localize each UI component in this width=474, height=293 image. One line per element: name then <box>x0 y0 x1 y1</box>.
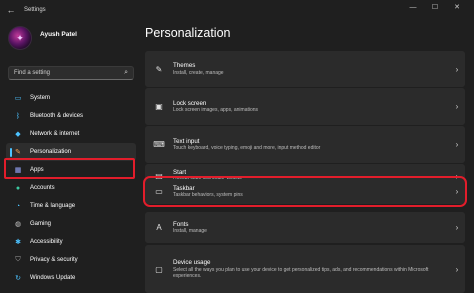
card-device-usage[interactable]: ▢ Device usage Select all the ways you p… <box>145 245 465 293</box>
keyboard-icon: ⌨ <box>153 140 165 149</box>
user-profile[interactable]: ✦ Ayush Patel <box>8 26 77 50</box>
sidebar-item-label: Bluetooth & devices <box>30 113 84 119</box>
bluetooth-icon: ᛒ <box>15 112 21 120</box>
wifi-icon: ◆ <box>15 131 21 138</box>
back-arrow-icon[interactable]: ← <box>2 5 20 15</box>
fonts-icon: A <box>156 223 162 232</box>
accessibility-icon: ✱ <box>15 239 21 246</box>
avatar-icon: ✦ <box>16 33 24 43</box>
shield-icon: ⛉ <box>15 256 21 263</box>
chevron-right-icon: › <box>455 140 459 149</box>
card-title: Taskbar <box>173 184 195 192</box>
sidebar: ✦ Ayush Patel Find a setting ⌕ ▭ System … <box>0 20 140 293</box>
card-themes[interactable]: ✎ Themes Install, create, manage › <box>145 51 465 87</box>
taskbar-icon: ▭ <box>155 187 163 196</box>
title-bar: ← Settings — ☐ ✕ <box>0 0 474 20</box>
update-icon: ↻ <box>15 275 21 282</box>
search-input[interactable]: Find a setting ⌕ <box>8 66 134 80</box>
lock-screen-icon: ▣ <box>155 102 163 111</box>
sidebar-item-bluetooth[interactable]: ᛒ Bluetooth & devices <box>6 107 136 125</box>
minimize-icon[interactable]: — <box>402 2 424 14</box>
sidebar-item-accounts[interactable]: ● Accounts <box>6 179 136 197</box>
person-icon: ● <box>15 184 21 192</box>
chevron-right-icon: › <box>455 223 459 232</box>
sidebar-item-windows-update[interactable]: ↻ Windows Update <box>6 269 136 287</box>
chevron-right-icon: › <box>455 187 459 196</box>
card-title: Lock screen <box>173 99 207 107</box>
card-lock-screen[interactable]: ▣ Lock screen Lock screen images, apps, … <box>145 88 465 125</box>
sidebar-item-label: Accounts <box>30 185 55 191</box>
card-title: Start <box>173 169 187 177</box>
card-taskbar[interactable]: ▭ Taskbar Taskbar behaviors, system pins… <box>145 179 465 204</box>
card-fonts[interactable]: A Fonts Install, manage › <box>145 212 465 243</box>
device-usage-icon: ▢ <box>155 264 163 274</box>
card-title: Device usage <box>173 259 211 267</box>
card-text-input[interactable]: ⌨ Text input Touch keyboard, voice typin… <box>145 126 465 163</box>
chevron-right-icon: › <box>455 64 459 74</box>
sidebar-item-time-language[interactable]: ◔ Time & language <box>6 197 136 215</box>
profile-name: Ayush Patel <box>40 30 77 38</box>
gamepad-icon: ◍ <box>14 221 22 228</box>
card-subtitle: Taskbar behaviors, system pins <box>173 192 243 199</box>
sidebar-item-gaming[interactable]: ◍ Gaming <box>6 215 136 233</box>
sidebar-item-system[interactable]: ▭ System <box>6 89 136 107</box>
sidebar-item-label: Apps <box>30 167 44 173</box>
chevron-right-icon: › <box>455 102 459 111</box>
sidebar-nav: ▭ System ᛒ Bluetooth & devices ◆ Network… <box>6 89 136 287</box>
avatar[interactable]: ✦ <box>8 26 32 50</box>
sidebar-item-personalization[interactable]: ✎ Personalization <box>6 143 136 161</box>
brush-icon: ✎ <box>155 64 163 74</box>
sidebar-item-label: Accessibility <box>30 239 63 245</box>
brush-icon: ✎ <box>15 149 21 156</box>
card-subtitle: Select all the ways you plan to use your… <box>173 266 429 279</box>
sidebar-item-label: Privacy & security <box>30 257 78 263</box>
sidebar-item-network[interactable]: ◆ Network & internet <box>6 125 136 143</box>
card-subtitle: Install, create, manage <box>173 69 224 76</box>
main-content: Personalization ✎ Themes Install, create… <box>143 20 474 293</box>
card-title: Fonts <box>173 220 189 228</box>
apps-icon: ▦ <box>14 167 22 174</box>
close-icon[interactable]: ✕ <box>446 2 468 14</box>
monitor-icon: ▭ <box>14 95 22 102</box>
card-title: Themes <box>173 62 196 70</box>
maximize-icon[interactable]: ☐ <box>424 2 446 14</box>
search-icon[interactable]: ⌕ <box>124 69 128 77</box>
sidebar-item-apps[interactable]: ▦ Apps <box>6 161 136 179</box>
sidebar-item-accessibility[interactable]: ✱ Accessibility <box>6 233 136 251</box>
sidebar-item-label: Gaming <box>30 221 52 227</box>
sidebar-item-label: Time & language <box>30 203 76 209</box>
sidebar-item-privacy[interactable]: ⛉ Privacy & security <box>6 251 136 269</box>
page-title: Personalization <box>145 26 231 40</box>
card-subtitle: Touch keyboard, voice typing, emoji and … <box>173 145 321 152</box>
window-controls: — ☐ ✕ <box>402 2 468 14</box>
window-title: Settings <box>24 7 46 13</box>
search-placeholder: Find a setting <box>14 70 51 76</box>
chevron-right-icon: › <box>455 264 459 274</box>
sidebar-item-label: Personalization <box>30 149 72 155</box>
globe-clock-icon: ◔ <box>15 202 21 210</box>
sidebar-item-label: Windows Update <box>30 275 76 281</box>
sidebar-item-label: Network & internet <box>30 131 80 137</box>
card-subtitle: Lock screen images, apps, animations <box>173 107 259 114</box>
sidebar-item-label: System <box>30 95 51 101</box>
card-subtitle: Install, manage <box>173 228 207 235</box>
card-title: Text input <box>173 137 200 145</box>
